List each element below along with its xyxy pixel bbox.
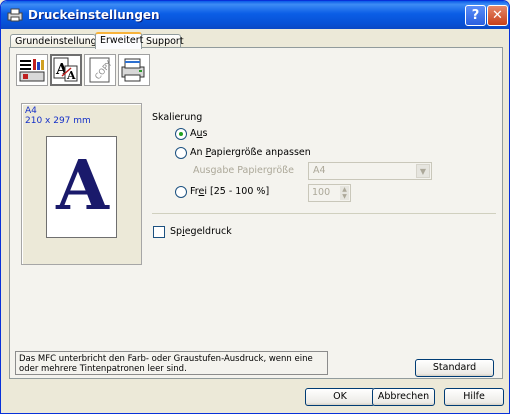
preview-glyph: A [56, 146, 109, 226]
close-button[interactable]: ✕ [487, 5, 508, 26]
spin-up-icon[interactable]: ▲ [340, 186, 349, 193]
help-title-button[interactable]: ? [465, 5, 486, 26]
free-scale-value: 100 [312, 187, 331, 198]
info-message: Das MFC unterbricht den Farb- oder Graus… [15, 351, 328, 375]
dialog-window: Druckeinstellungen ? ✕ Grundeinstellunge… [0, 0, 510, 414]
scaling-icon: A A [53, 57, 78, 82]
free-scale-spinner[interactable]: 100 ▲ ▼ [308, 184, 351, 202]
title-bar[interactable]: Druckeinstellungen ? ✕ [1, 1, 509, 29]
scaling-off-label[interactable]: Aus [190, 128, 207, 139]
window-title: Druckeinstellungen [28, 8, 160, 22]
tab-erweitert[interactable]: Erweitert [95, 32, 143, 49]
help-button[interactable]: Hilfe [444, 388, 504, 406]
scaling-tool[interactable]: A A [50, 54, 82, 86]
print-quality-tool[interactable] [16, 54, 48, 86]
output-paper-size-select[interactable]: A4 ▼ [308, 162, 432, 180]
tab-panel: A A COPY A4 210 x 297 mm A Skalierung Au… [9, 47, 503, 379]
cancel-button[interactable]: Abbrechen [372, 388, 435, 406]
spin-down-icon[interactable]: ▼ [340, 193, 349, 200]
print-quality-icon [19, 59, 45, 82]
preview-paper-label: A4 [25, 106, 37, 116]
device-options-icon [121, 58, 145, 82]
free-scale-radio[interactable] [175, 186, 187, 198]
chevron-down-icon[interactable]: ▼ [416, 164, 430, 178]
output-paper-size-label: Ausgabe Papiergröße [193, 165, 294, 176]
copy-watermark-icon: COPY [89, 57, 114, 83]
ok-button[interactable]: OK [305, 388, 375, 406]
mirror-print-checkbox[interactable] [153, 226, 165, 238]
standard-button[interactable]: Standard [415, 359, 494, 377]
printer-icon [7, 8, 23, 22]
page-preview: A4 210 x 297 mm A [21, 103, 142, 265]
free-scale-label[interactable]: Frei [25 - 100 %] [190, 186, 269, 197]
fit-page-radio[interactable] [175, 147, 187, 159]
scaling-heading: Skalierung [152, 112, 203, 123]
preview-size-label: 210 x 297 mm [25, 116, 91, 126]
copy-watermark-tool[interactable]: COPY [84, 54, 116, 86]
separator [152, 213, 496, 214]
scaling-off-radio[interactable] [175, 128, 187, 140]
mirror-print-label[interactable]: Spiegeldruck [170, 226, 232, 237]
device-options-tool[interactable] [118, 54, 150, 86]
fit-page-label[interactable]: An Papiergröße anpassen [190, 147, 311, 158]
output-paper-size-value: A4 [313, 165, 326, 176]
preview-page: A [46, 136, 117, 238]
